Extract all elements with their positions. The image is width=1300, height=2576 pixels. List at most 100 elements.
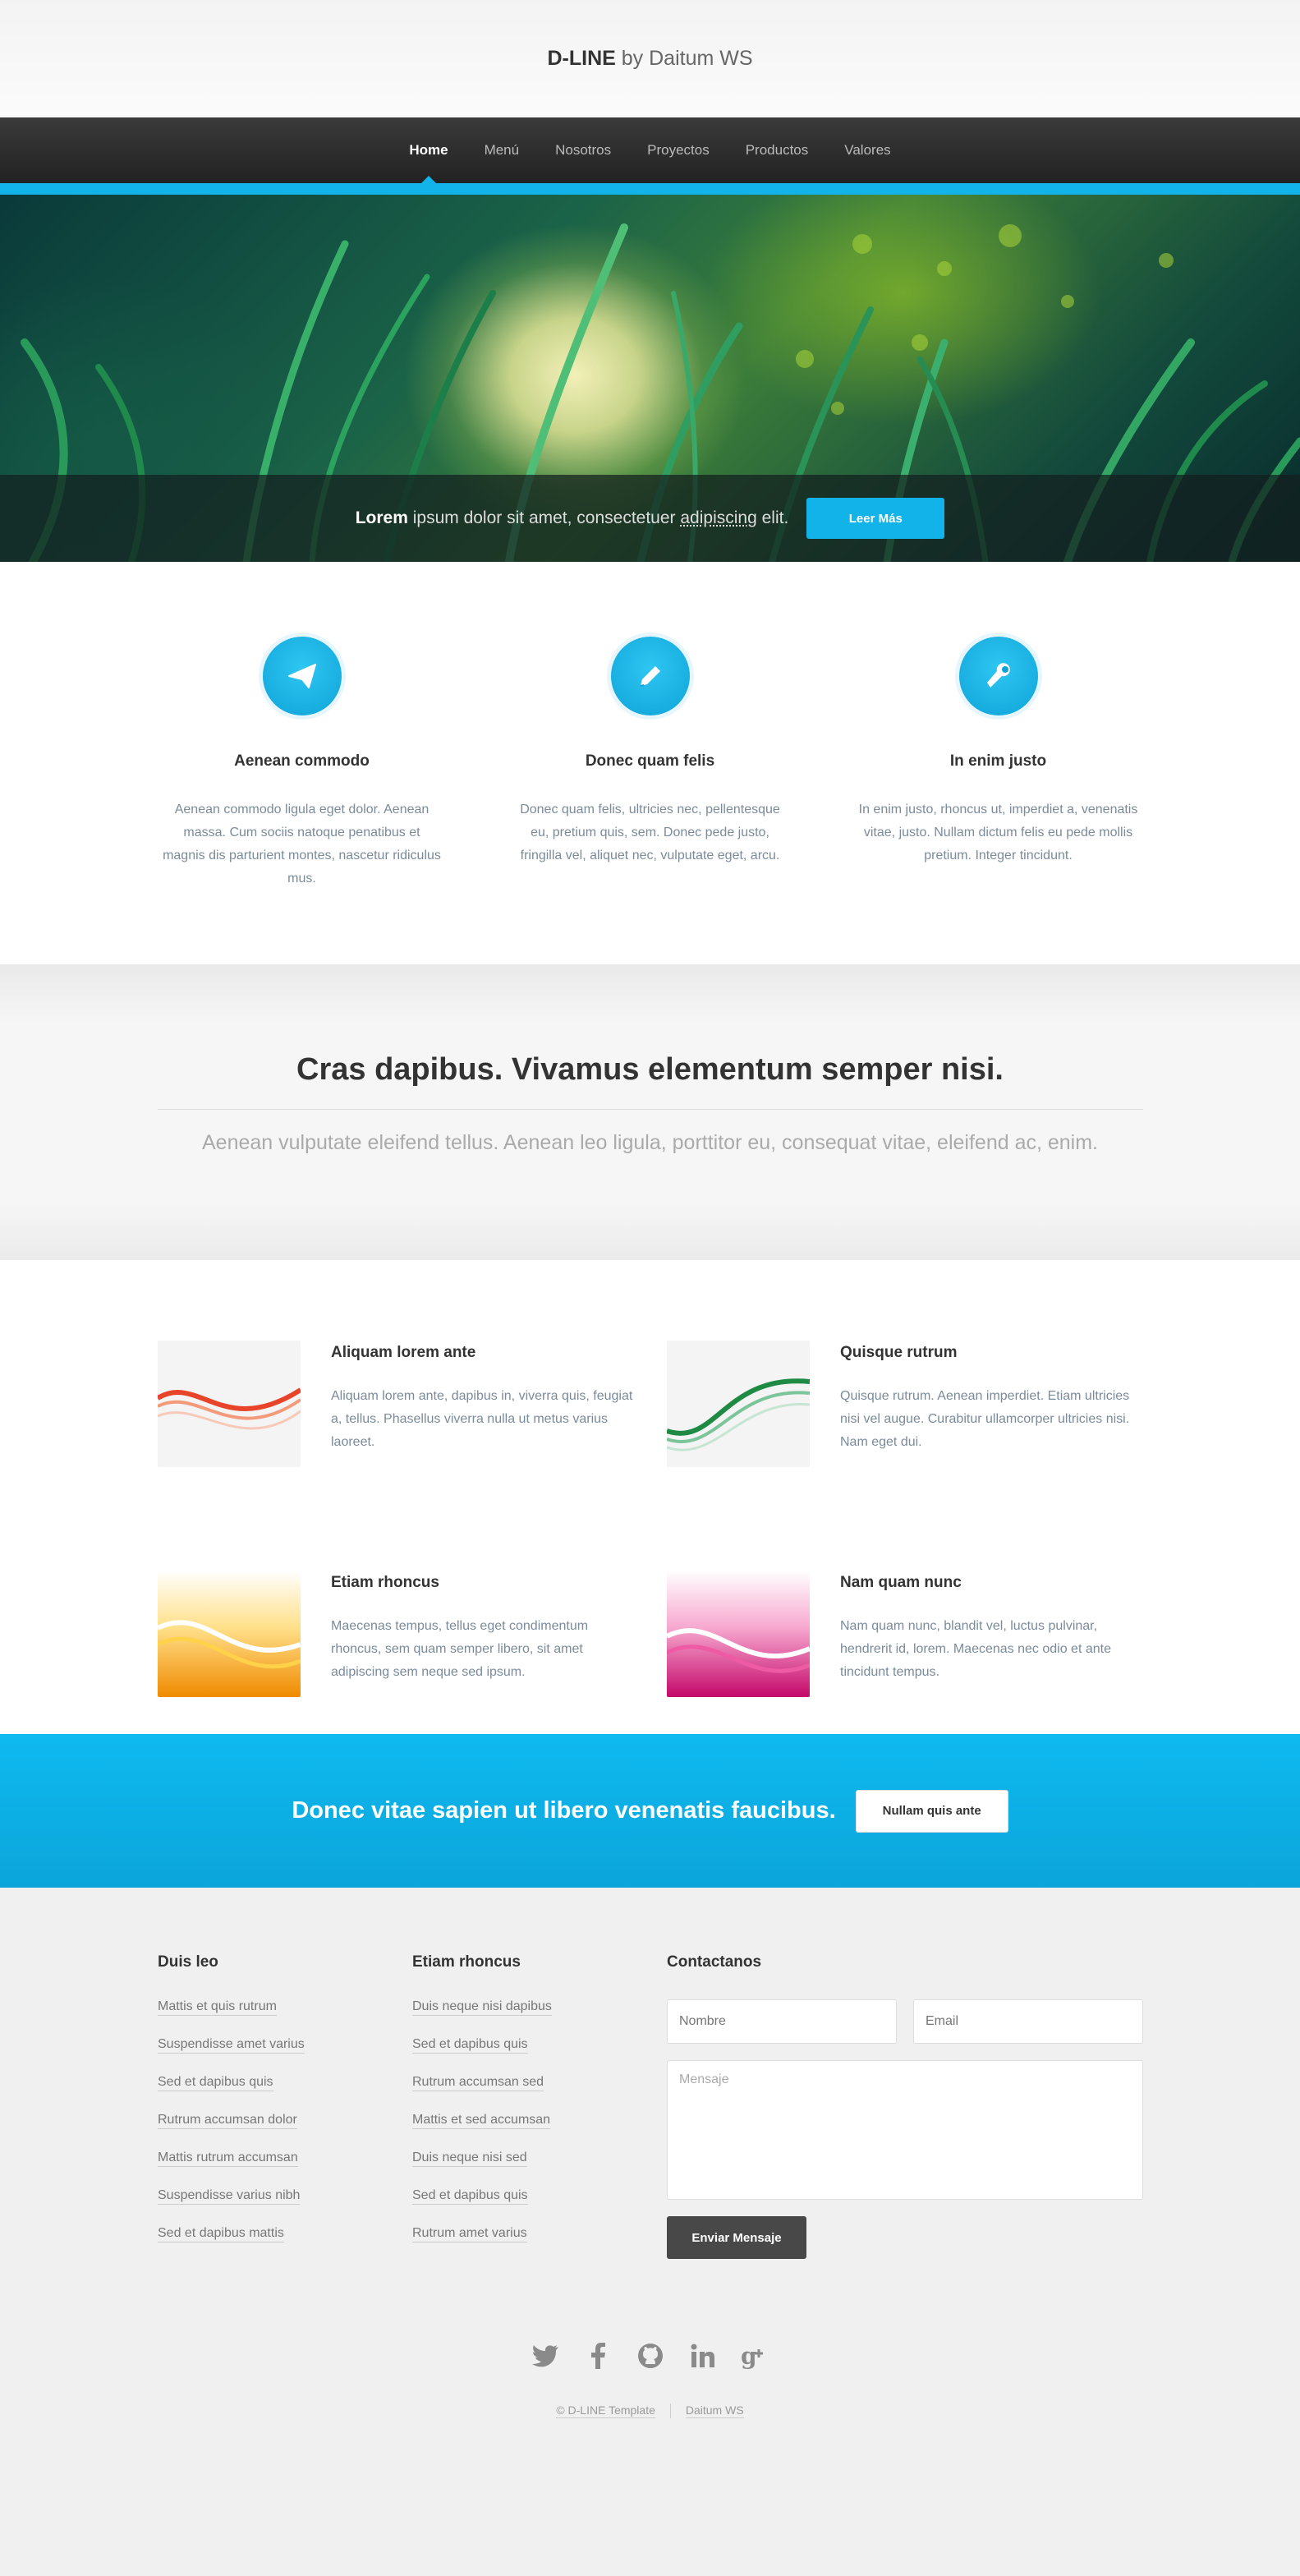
hero-text-bold: Lorem	[355, 508, 408, 527]
name-input[interactable]	[667, 1999, 897, 2044]
nav-item-productos[interactable]: Productos	[728, 117, 827, 183]
hero-banner: Lorem ipsum dolor sit amet, consectetuer…	[0, 195, 1300, 562]
footer-link[interactable]: Suspendisse varius nibh	[158, 2188, 412, 2226]
email-input[interactable]	[913, 1999, 1143, 2044]
cta-banner: Donec vitae sapien ut libero venenatis f…	[0, 1734, 1300, 1888]
footer-link-list: Mattis et quis rutrum Suspendisse amet v…	[158, 1999, 412, 2264]
svg-text:g: g	[741, 2343, 757, 2369]
nav-item-nosotros[interactable]: Nosotros	[537, 117, 629, 183]
nav-item-menu[interactable]: Menú	[466, 117, 538, 183]
footer-link[interactable]: Rutrum accumsan dolor	[158, 2113, 412, 2150]
hero-caption-bar: Lorem ipsum dolor sit amet, consectetuer…	[0, 475, 1300, 562]
feature-item: In enim justo In enim justo, rhoncus ut,…	[825, 632, 1173, 964]
pencil-icon	[606, 632, 694, 720]
footer-link[interactable]: Sed et dapibus quis	[412, 2188, 667, 2226]
service-text: Nam quam nunc, blandit vel, luctus pulvi…	[840, 1618, 1111, 1679]
service-text: Maecenas tempus, tellus eget condimentum…	[331, 1618, 589, 1679]
hero-text-end: elit.	[756, 508, 789, 527]
footer-link-text[interactable]: Mattis et sed accumsan	[412, 2113, 551, 2129]
service-title[interactable]: Quisque rutrum	[840, 1344, 1144, 1362]
contact-title: Contactanos	[667, 1953, 762, 1971]
footer-link[interactable]: Duis neque nisi dapibus	[412, 1999, 667, 2037]
footer-link-text[interactable]: Suspendisse amet varius	[158, 2037, 305, 2054]
footer-column-duis-leo: Duis leo Mattis et quis rutrum Suspendis…	[158, 1953, 412, 2264]
footer-link[interactable]: Rutrum accumsan sed	[412, 2075, 667, 2113]
footer-column-title: Duis leo	[158, 1953, 218, 1971]
tagline-title: Cras dapibus. Vivamus elementum semper n…	[296, 1052, 1004, 1087]
footer-link-text[interactable]: Suspendisse varius nibh	[158, 2188, 301, 2205]
service-title[interactable]: Etiam rhoncus	[331, 1574, 635, 1592]
services-section: Aliquam lorem ante Aliquam lorem ante, d…	[0, 1260, 1300, 1734]
tagline-section: Cras dapibus. Vivamus elementum semper n…	[0, 964, 1300, 1260]
main-nav: Home Menú Nosotros Proyectos Productos V…	[0, 117, 1300, 183]
feature-text: Donec quam felis, ultricies nec, pellent…	[520, 803, 780, 862]
hero-text-link[interactable]: adipiscing	[680, 508, 756, 527]
nav-item-proyectos[interactable]: Proyectos	[629, 117, 728, 183]
feature-text: Aenean commodo ligula eget dolor. Aenean…	[163, 803, 441, 886]
send-message-button[interactable]: Enviar Mensaje	[667, 2216, 806, 2259]
cta-text: Donec vitae sapien ut libero venenatis f…	[292, 1797, 836, 1824]
feature-title: Aenean commodo	[234, 752, 370, 770]
footer-link[interactable]: Suspendisse amet varius	[158, 2037, 412, 2075]
feature-title: In enim justo	[949, 752, 1047, 770]
hero-text-body: ipsum dolor sit amet, consectetuer	[407, 508, 681, 527]
copyright-text[interactable]: © D-LINE Template	[556, 2404, 655, 2418]
footer-link[interactable]: Mattis et sed accumsan	[412, 2113, 667, 2150]
feature-item: Donec quam felis Donec quam felis, ultri…	[476, 632, 825, 964]
hero-text: Lorem ipsum dolor sit amet, consectetuer…	[356, 508, 789, 528]
service-title[interactable]: Aliquam lorem ante	[331, 1344, 635, 1362]
footer-link-text[interactable]: Sed et dapibus quis	[412, 2188, 528, 2205]
google-plus-icon[interactable]: g	[741, 2341, 770, 2371]
twitter-icon[interactable]	[531, 2341, 560, 2371]
service-item: Nam quam nunc Nam quam nunc, blandit vel…	[667, 1570, 1176, 1735]
footer-link-text[interactable]: Sed et dapibus quis	[412, 2037, 528, 2054]
wrench-icon	[954, 632, 1042, 720]
footer-link-text[interactable]: Sed et dapibus mattis	[158, 2226, 284, 2242]
footer-link[interactable]: Mattis rutrum accumsan	[158, 2150, 412, 2188]
service-item: Etiam rhoncus Maecenas tempus, tellus eg…	[158, 1570, 667, 1735]
pink-wave-image[interactable]	[667, 1570, 810, 1697]
message-textarea[interactable]: Mensaje	[667, 2060, 1143, 2200]
footer-link-text[interactable]: Rutrum accumsan sed	[412, 2075, 544, 2091]
footer-link-text[interactable]: Rutrum amet varius	[412, 2226, 527, 2242]
copyright-divider	[669, 2404, 671, 2418]
site-footer: Duis leo Mattis et quis rutrum Suspendis…	[0, 1888, 1300, 2576]
nav-item-valores[interactable]: Valores	[826, 117, 908, 183]
footer-link[interactable]: Sed et dapibus quis	[412, 2037, 667, 2075]
footer-link-text[interactable]: Duis neque nisi dapibus	[412, 1999, 552, 2016]
service-title[interactable]: Nam quam nunc	[840, 1574, 1144, 1592]
footer-link[interactable]: Duis neque nisi sed	[412, 2150, 667, 2188]
site-header: D-LINE by Daitum WS	[0, 0, 1300, 117]
copyright-bar: © D-LINE Template Daitum WS	[0, 2404, 1300, 2418]
read-more-button[interactable]: Leer Más	[806, 498, 945, 539]
footer-link[interactable]: Sed et dapibus mattis	[158, 2226, 412, 2264]
social-links: g	[0, 2341, 1300, 2371]
footer-link-text[interactable]: Mattis et quis rutrum	[158, 1999, 277, 2016]
footer-link[interactable]: Rutrum amet varius	[412, 2226, 667, 2264]
linkedin-icon[interactable]	[688, 2341, 718, 2371]
brand-byline: by Daitum WS	[615, 47, 753, 70]
cta-button[interactable]: Nullam quis ante	[855, 1789, 1008, 1833]
service-text: Aliquam lorem ante, dapibus in, viverra …	[331, 1389, 633, 1449]
orange-wave-image[interactable]	[158, 1570, 301, 1697]
footer-link[interactable]: Sed et dapibus quis	[158, 2075, 412, 2113]
tagline-divider	[157, 1109, 1143, 1110]
footer-link[interactable]: Mattis et quis rutrum	[158, 1999, 412, 2037]
credit-link[interactable]: Daitum WS	[685, 2404, 744, 2418]
red-wave-image[interactable]	[158, 1341, 301, 1467]
nav-item-home[interactable]: Home	[391, 117, 466, 183]
github-icon[interactable]	[636, 2341, 665, 2371]
service-item: Aliquam lorem ante Aliquam lorem ante, d…	[158, 1341, 667, 1505]
site-brand[interactable]: D-LINE by Daitum WS	[547, 47, 752, 71]
footer-link-text[interactable]: Mattis rutrum accumsan	[158, 2150, 298, 2167]
footer-link-list: Duis neque nisi dapibus Sed et dapibus q…	[412, 1999, 667, 2264]
tagline-subtitle: Aenean vulputate eleifend tellus. Aenean…	[201, 1131, 1098, 1154]
footer-column-title: Etiam rhoncus	[412, 1953, 521, 1971]
footer-link-text[interactable]: Rutrum accumsan dolor	[158, 2113, 297, 2129]
feature-text: In enim justo, rhoncus ut, imperdiet a, …	[858, 803, 1138, 862]
brand-name: D-LINE	[547, 47, 616, 70]
facebook-icon[interactable]	[583, 2341, 613, 2371]
footer-link-text[interactable]: Sed et dapibus quis	[158, 2075, 273, 2091]
footer-link-text[interactable]: Duis neque nisi sed	[412, 2150, 527, 2167]
green-wave-image[interactable]	[667, 1341, 810, 1467]
